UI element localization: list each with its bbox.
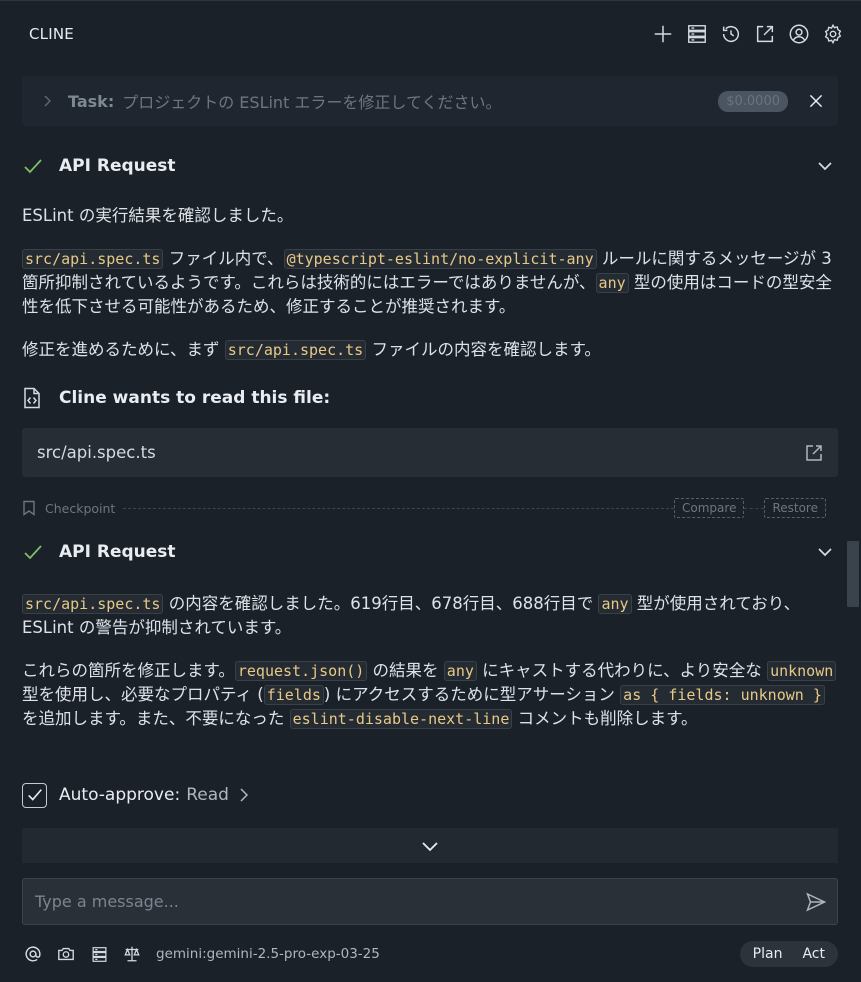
message-input-box[interactable] bbox=[22, 878, 838, 925]
act-mode-button[interactable]: Act bbox=[792, 946, 835, 962]
gear-icon[interactable] bbox=[821, 22, 845, 46]
at-mention-icon[interactable] bbox=[22, 943, 44, 965]
inline-code: fields bbox=[263, 685, 324, 705]
model-selector[interactable]: gemini:gemini-2.5-pro-exp-03-25 bbox=[156, 946, 740, 962]
chevron-down-icon[interactable] bbox=[816, 543, 834, 561]
inline-code: unknown bbox=[767, 661, 837, 681]
message-input[interactable] bbox=[35, 892, 805, 911]
request2-paragraphs: src/api.spec.ts の内容を確認しました。619行目、678行目、6… bbox=[22, 592, 838, 731]
inline-code: any bbox=[443, 661, 477, 681]
message-text: src/api.spec.ts の内容を確認しました。619行目、678行目、6… bbox=[22, 594, 801, 637]
account-icon[interactable] bbox=[787, 22, 811, 46]
task-header[interactable]: Task: プロジェクトの ESLint エラーを修正してください。 $0.00… bbox=[22, 76, 838, 126]
inline-code: @typescript-eslint/no-explicit-any bbox=[283, 249, 597, 269]
message-text: 修正を進めるために、まず src/api.spec.ts ファイルの内容を確認し… bbox=[22, 340, 601, 360]
file-path: src/api.spec.ts bbox=[37, 443, 156, 462]
message-text: src/api.spec.ts ファイル内で、 @typescript-eslin… bbox=[22, 249, 832, 316]
app-title: CLINE bbox=[29, 24, 74, 43]
checkpoint-divider bbox=[744, 507, 765, 509]
inline-code: any bbox=[598, 594, 632, 614]
server-icon[interactable] bbox=[88, 943, 110, 965]
message-text: これらの箇所を修正します。 request.json() の結果を any にキャ… bbox=[22, 659, 838, 731]
chevron-right-icon[interactable] bbox=[40, 94, 54, 108]
chevron-down-icon bbox=[422, 841, 438, 851]
message-text: ESLint の実行結果を確認しました。 bbox=[22, 206, 294, 225]
header-actions bbox=[651, 22, 845, 46]
scrollbar-thumb[interactable] bbox=[847, 541, 859, 607]
read-file-title: Cline wants to read this file: bbox=[59, 388, 331, 408]
footer-toolbar: gemini:gemini-2.5-pro-exp-03-25 Plan Act bbox=[22, 940, 838, 968]
api-request-2: API Request bbox=[22, 540, 838, 564]
checkpoint-row: Checkpoint Compare Restore bbox=[22, 497, 838, 519]
read-file-section: Cline wants to read this file: bbox=[22, 386, 838, 410]
chevron-right-icon[interactable] bbox=[237, 787, 251, 803]
checkpoint-divider bbox=[123, 507, 675, 509]
scroll-to-bottom-button[interactable] bbox=[22, 828, 838, 863]
auto-approve-checkbox[interactable] bbox=[22, 782, 47, 808]
auto-approve-value: Read bbox=[186, 785, 229, 805]
close-icon[interactable] bbox=[806, 91, 826, 111]
api-request-title: API Request bbox=[59, 542, 176, 562]
api-request-header[interactable]: API Request bbox=[22, 540, 838, 564]
camera-icon[interactable] bbox=[55, 943, 77, 965]
auto-approve-label: Auto-approve: bbox=[59, 785, 181, 805]
scale-icon[interactable] bbox=[121, 943, 143, 965]
inline-code: src/api.spec.ts bbox=[224, 340, 367, 360]
plus-icon[interactable] bbox=[651, 22, 675, 46]
server-icon[interactable] bbox=[685, 22, 709, 46]
request1-paragraphs: ESLint の実行結果を確認しました。 src/api.spec.ts ファイ… bbox=[22, 204, 838, 362]
popout-icon[interactable] bbox=[753, 22, 777, 46]
inline-code: eslint-disable-next-line bbox=[289, 709, 513, 729]
header: CLINE bbox=[0, 0, 861, 66]
file-code-icon bbox=[24, 387, 40, 409]
chevron-down-icon[interactable] bbox=[816, 157, 834, 175]
plan-act-toggle[interactable]: Plan Act bbox=[739, 941, 838, 967]
plan-mode-button[interactable]: Plan bbox=[743, 946, 793, 962]
cost-badge: $0.0000 bbox=[718, 90, 788, 112]
bookmark-icon bbox=[23, 500, 35, 516]
api-request-1: API Request bbox=[22, 154, 838, 178]
inline-code: src/api.spec.ts bbox=[22, 249, 164, 269]
history-icon[interactable] bbox=[719, 22, 743, 46]
check-icon bbox=[24, 545, 42, 560]
inline-code: request.json() bbox=[234, 661, 368, 681]
inline-code: as { fields: unknown } bbox=[620, 685, 825, 705]
inline-code: src/api.spec.ts bbox=[22, 594, 164, 614]
auto-approve-row[interactable]: Auto-approve: Read bbox=[22, 782, 251, 808]
task-label: Task: bbox=[68, 91, 115, 111]
external-link-icon[interactable] bbox=[804, 443, 824, 463]
file-path-box[interactable]: src/api.spec.ts bbox=[22, 428, 838, 477]
check-icon bbox=[24, 159, 42, 174]
restore-button[interactable]: Restore bbox=[764, 498, 826, 518]
send-icon[interactable] bbox=[805, 891, 827, 913]
compare-button[interactable]: Compare bbox=[674, 498, 745, 518]
api-request-header[interactable]: API Request bbox=[22, 154, 838, 178]
inline-code: any bbox=[595, 273, 629, 293]
checkpoint-label: Checkpoint bbox=[45, 500, 116, 516]
api-request-title: API Request bbox=[59, 156, 176, 176]
task-text: プロジェクトの ESLint エラーを修正してください。 bbox=[122, 93, 502, 112]
